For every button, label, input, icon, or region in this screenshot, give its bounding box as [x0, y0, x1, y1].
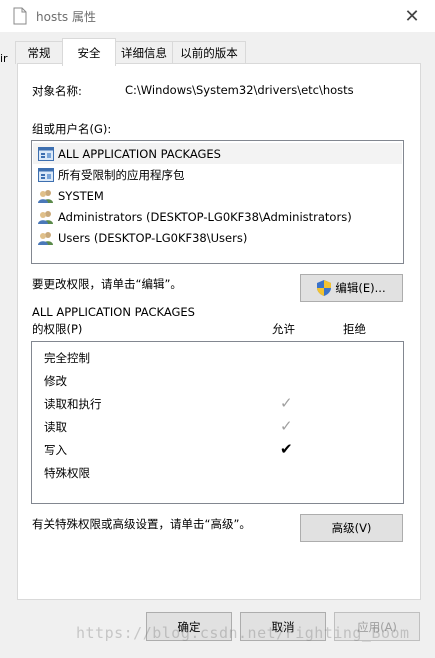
tab-label: 常规: [27, 46, 51, 60]
list-item[interactable]: Users (DESKTOP-LG0KF38\Users): [33, 227, 402, 248]
permission-row: 修改: [44, 370, 384, 391]
permission-row: 完全控制: [44, 347, 384, 368]
deny-header: 拒绝: [343, 322, 366, 336]
object-name-value: C:\Windows\System32\drivers\etc\hosts: [125, 83, 354, 97]
permission-row: 读取 ✓: [44, 416, 384, 437]
list-item-label: Administrators (DESKTOP-LG0KF38\Administ…: [58, 209, 352, 224]
advanced-hint: 有关特殊权限或高级设置，请单击“高级”。: [32, 517, 251, 531]
background-window-right: 选: [421, 0, 435, 658]
shield-icon: [317, 280, 332, 296]
permissions-listbox[interactable]: 完全控制 修改 读取和执行 ✓ 读取 ✓ 写入 ✔ 特殊权限: [31, 341, 404, 504]
permission-name: 完全控制: [44, 350, 90, 365]
window-title: hosts 属性: [36, 10, 96, 24]
groups-label: 组或用户名(G):: [32, 122, 112, 136]
permissions-subtitle: 的权限(P): [32, 322, 83, 336]
tab-general[interactable]: 常规: [15, 41, 63, 64]
edit-button-label: 编辑(E)...: [335, 281, 386, 295]
permission-name: 特殊权限: [44, 465, 90, 480]
permission-name: 读取: [44, 419, 67, 434]
list-item-label: 所有受限制的应用程序包: [58, 167, 185, 182]
permissions-title: ALL APPLICATION PACKAGES: [32, 305, 195, 319]
close-button[interactable]: ✕: [400, 4, 424, 28]
app-package-icon: [38, 167, 54, 182]
permission-row: 特殊权限: [44, 462, 384, 483]
list-item-label: ALL APPLICATION PACKAGES: [58, 146, 221, 161]
watermark: https://blog.csdn.net/Fighting_Boom: [76, 624, 410, 642]
edit-button[interactable]: 编辑(E)...: [300, 274, 403, 302]
advanced-button-label: 高级(V): [331, 521, 372, 535]
user-group-icon: [38, 189, 54, 203]
groups-listbox[interactable]: ALL APPLICATION PACKAGES 所有受限制的应用程序包 SYS…: [31, 140, 404, 264]
tab-details[interactable]: 详细信息: [115, 41, 173, 64]
file-icon: [12, 7, 28, 25]
close-icon: ✕: [404, 5, 420, 27]
check-icon: ✓: [280, 394, 293, 412]
list-item[interactable]: SYSTEM: [33, 185, 402, 206]
permission-row: 读取和执行 ✓: [44, 393, 384, 414]
list-item[interactable]: ALL APPLICATION PACKAGES: [33, 143, 402, 164]
check-icon: ✔: [280, 440, 293, 458]
tab-security[interactable]: 安全: [62, 38, 116, 66]
object-name-label: 对象名称:: [32, 84, 82, 98]
tab-label: 以前的版本: [180, 46, 238, 60]
tab-label: 详细信息: [121, 46, 167, 60]
list-item-label: SYSTEM: [58, 188, 104, 203]
tab-label: 安全: [77, 45, 101, 60]
permission-name: 修改: [44, 373, 67, 388]
app-package-icon: [38, 146, 54, 161]
user-group-icon: [38, 210, 54, 224]
allow-header: 允许: [272, 322, 295, 336]
permission-row: 写入 ✔: [44, 439, 384, 460]
list-item[interactable]: 所有受限制的应用程序包: [33, 164, 402, 185]
advanced-button[interactable]: 高级(V): [300, 514, 403, 542]
background-text-left: ir: [0, 52, 8, 65]
list-item-label: Users (DESKTOP-LG0KF38\Users): [58, 230, 248, 245]
permission-name: 读取和执行: [44, 396, 102, 411]
edit-hint: 要更改权限，请单击“编辑”。: [32, 277, 182, 291]
tab-previous-versions[interactable]: 以前的版本: [172, 41, 246, 64]
list-item[interactable]: Administrators (DESKTOP-LG0KF38\Administ…: [33, 206, 402, 227]
user-group-icon: [38, 231, 54, 245]
check-icon: ✓: [280, 417, 293, 435]
permission-name: 写入: [44, 442, 67, 457]
